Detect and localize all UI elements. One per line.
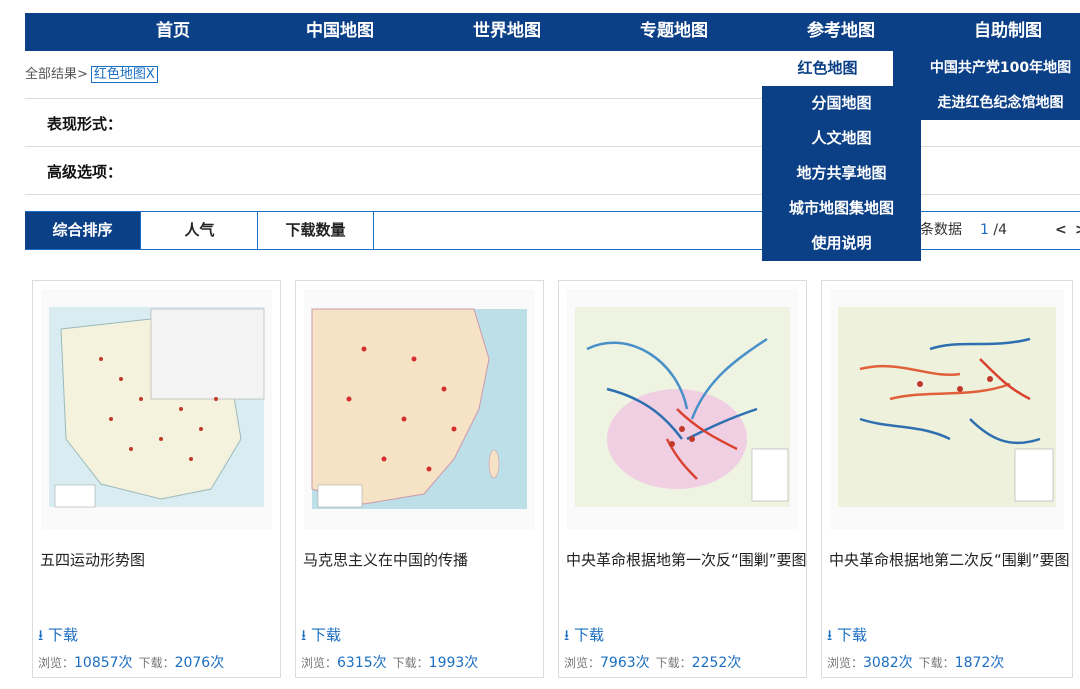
page-total: /4 <box>993 222 1007 238</box>
download-button[interactable]: ⭳ 下载 <box>301 624 341 650</box>
download-label: 下载 <box>837 626 868 644</box>
page-next-button[interactable]: > <box>1075 212 1080 249</box>
download-button[interactable]: ⭳ 下载 <box>38 624 78 650</box>
divider <box>25 194 1080 195</box>
filter-tag-red-map[interactable]: 红色地图X <box>90 66 158 83</box>
views-label: 浏览： <box>38 656 75 670</box>
dropdown-item-city-atlas-map[interactable]: 城市地图集地图 <box>762 191 921 226</box>
downloads-count: 2076次 <box>174 655 225 671</box>
map-thumbnail[interactable] <box>304 289 535 529</box>
nav-reference-map[interactable]: 参考地图 <box>771 13 911 51</box>
download-label: 下载 <box>48 626 79 644</box>
download-label: 下载 <box>311 626 342 644</box>
reference-map-dropdown: 红色地图 分国地图 人文地图 地方共享地图 城市地图集地图 使用说明 <box>762 51 921 261</box>
card-title[interactable]: 五四运动形势图 <box>40 549 145 570</box>
breadcrumb-root[interactable]: 全部结果> <box>25 67 88 82</box>
map-thumbnail[interactable] <box>567 289 798 529</box>
download-icon: ⭳ <box>301 626 307 644</box>
dropdown-item-local-shared-map[interactable]: 地方共享地图 <box>762 156 921 191</box>
views-count: 6315次 <box>337 655 387 671</box>
sort-bar: 综合排序 人气 下载数量 条数据 1 /4 < > <box>25 211 1080 250</box>
dropdown-item-humanities-map[interactable]: 人文地图 <box>762 121 921 156</box>
views-count: 10857次 <box>74 655 133 671</box>
dropdown-item-usage-guide[interactable]: 使用说明 <box>762 226 921 261</box>
downloads-label: 下载： <box>392 656 429 670</box>
filter-form-label: 表现形式： <box>47 115 123 133</box>
sort-comprehensive[interactable]: 综合排序 <box>25 212 141 249</box>
map-card[interactable]: 中央革命根据地第一次反“围剿”要图 ⭳ 下载 浏览：7963次 下载：2252次 <box>558 280 807 678</box>
views-label: 浏览： <box>827 656 864 670</box>
breadcrumb: 全部结果> 红色地图X <box>25 63 158 83</box>
nav-custom-map[interactable]: 自助制图 <box>938 13 1078 51</box>
red-map-submenu: 中国共产党100年地图 走进红色纪念馆地图 <box>921 51 1080 120</box>
nav-world-map[interactable]: 世界地图 <box>437 13 577 51</box>
sort-downloads[interactable]: 下载数量 <box>258 212 374 249</box>
downloads-count: 2252次 <box>691 655 742 671</box>
download-button[interactable]: ⭳ 下载 <box>827 624 867 650</box>
card-title[interactable]: 马克思主义在中国的传播 <box>303 549 468 570</box>
views-count: 3082次 <box>863 655 913 671</box>
main-nav: 首页 中国地图 世界地图 专题地图 参考地图 自助制图 <box>25 13 1080 51</box>
submenu-item-cpc-100-years[interactable]: 中国共产党100年地图 <box>921 51 1080 86</box>
nav-china-map[interactable]: 中国地图 <box>270 13 410 51</box>
result-count-suffix: 条数据 <box>920 222 962 238</box>
submenu-item-red-memorial[interactable]: 走进红色纪念馆地图 <box>921 86 1080 121</box>
download-icon: ⭳ <box>38 626 44 644</box>
sort-popularity[interactable]: 人气 <box>142 212 258 249</box>
map-card[interactable]: 中央革命根据地第二次反“围剿”要图 ⭳ 下载 浏览：3082次 下载：1872次 <box>821 280 1073 678</box>
dropdown-item-country-map[interactable]: 分国地图 <box>762 86 921 121</box>
map-thumbnail[interactable] <box>41 289 272 529</box>
card-stats: 浏览：3082次 下载：1872次 <box>827 652 1010 672</box>
downloads-label: 下载： <box>918 656 955 670</box>
download-icon: ⭳ <box>827 626 833 644</box>
filter-row-advanced: 高级选项： <box>25 146 1080 195</box>
views-count: 7963次 <box>600 655 650 671</box>
downloads-count: 1872次 <box>954 655 1005 671</box>
nav-home[interactable]: 首页 <box>103 13 243 51</box>
downloads-label: 下载： <box>655 656 692 670</box>
filter-advanced-label: 高级选项： <box>47 163 123 181</box>
nav-thematic-map[interactable]: 专题地图 <box>604 13 744 51</box>
card-stats: 浏览：6315次 下载：1993次 <box>301 652 484 672</box>
download-label: 下载 <box>574 626 605 644</box>
views-label: 浏览： <box>564 656 601 670</box>
map-card[interactable]: 马克思主义在中国的传播 ⭳ 下载 浏览：6315次 下载：1993次 <box>295 280 544 678</box>
page-indicator: 1 /4 <box>980 212 1007 249</box>
downloads-count: 1993次 <box>428 655 479 671</box>
dropdown-item-red-map[interactable]: 红色地图 <box>762 51 893 86</box>
page-current: 1 <box>980 222 989 238</box>
card-title[interactable]: 中央革命根据地第二次反“围剿”要图 <box>829 549 1070 570</box>
views-label: 浏览： <box>301 656 338 670</box>
card-title[interactable]: 中央革命根据地第一次反“围剿”要图 <box>566 549 807 570</box>
card-stats: 浏览：7963次 下载：2252次 <box>564 652 747 672</box>
card-stats: 浏览：10857次 下载：2076次 <box>38 652 230 672</box>
downloads-label: 下载： <box>138 656 175 670</box>
download-icon: ⭳ <box>564 626 570 644</box>
download-button[interactable]: ⭳ 下载 <box>564 624 604 650</box>
map-thumbnail[interactable] <box>830 289 1064 529</box>
result-count: 条数据 <box>920 212 962 249</box>
map-card[interactable]: 五四运动形势图 ⭳ 下载 浏览：10857次 下载：2076次 <box>32 280 281 678</box>
page-prev-button[interactable]: < <box>1055 212 1067 249</box>
